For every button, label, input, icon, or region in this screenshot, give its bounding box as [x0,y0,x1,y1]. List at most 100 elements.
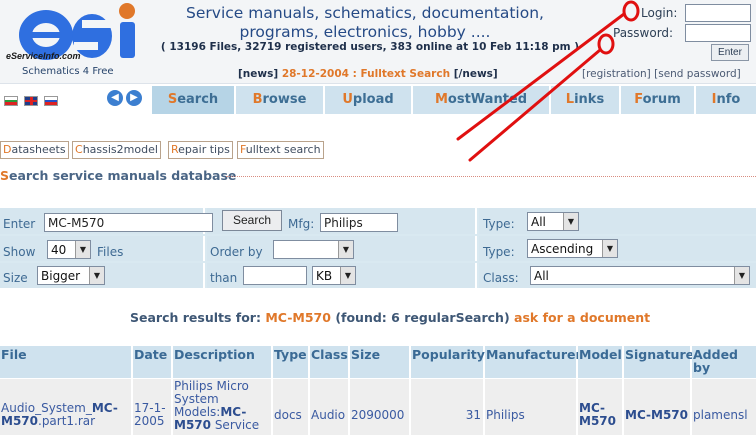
row1-size: 2090000 [350,379,409,435]
tab-browse-first: B [252,92,263,107]
bulgarian-flag-icon[interactable] [4,96,18,106]
sort-type-label: Type: [483,245,515,259]
chevron-down-icon: ▼ [563,213,578,230]
row1-desc-c: Service [211,418,260,432]
size-select-value: Bigger [41,269,81,283]
chevron-down-icon: ▼ [89,267,104,284]
tab-forum-first: F [634,92,643,107]
tab-links-rest: inks [574,92,605,107]
enter-button[interactable]: Enter [711,44,749,61]
section-divider [226,176,756,177]
row1-added-by[interactable]: plamensl [692,379,756,435]
row1-model[interactable]: MC-M570 [578,379,622,435]
size-unit-select[interactable]: KB ▼ [312,266,356,285]
tab-info[interactable]: Info [696,86,756,114]
back-arrow-icon[interactable]: ◀ [107,90,123,106]
results-summary: Search results for: MC-M570 (found: 6 re… [130,310,650,325]
column-manufacturer[interactable]: Manufacturer [485,346,582,378]
tab-upload-rest: pload [352,92,394,107]
section-title-first: S [0,168,10,183]
column-date[interactable]: Date [133,346,171,378]
enter-label: Enter [3,217,36,231]
column-file[interactable]: File [0,346,131,378]
subtab-fulltext-rest: ulltext search [245,143,321,156]
tab-links[interactable]: Links [551,86,619,114]
english-flag-icon[interactable] [24,96,38,106]
chevron-down-icon: ▼ [734,267,749,284]
tab-search-rest: earch [177,92,219,107]
class-select[interactable]: All ▼ [530,266,750,285]
ask-for-document-link[interactable]: ask for a document [514,310,650,325]
size-label: Size [3,271,28,285]
column-popularity[interactable]: Popularity [411,346,485,378]
send-password-link[interactable]: [send password] [654,68,741,80]
column-class[interactable]: Class [310,346,348,378]
registration-link[interactable]: [registration] [582,68,651,80]
subtab-repair-tips-rest: epair tips [178,143,230,156]
chevron-down-icon: ▼ [602,240,617,257]
size-value-input[interactable] [243,266,307,285]
subtab-datasheets-rest: atasheets [11,143,66,156]
subtab-chassis2model[interactable]: Chassis2model [72,141,161,159]
news-bar: [news] 28-12-2004 : Fulltext Search [/ne… [238,68,498,80]
size-select[interactable]: Bigger ▼ [37,266,105,285]
search-button[interactable]: Search [222,210,282,231]
chevron-down-icon: ▼ [340,267,355,284]
header: eServiceInfo.com Schematics 4 Free Servi… [0,0,756,84]
tab-mostwanted[interactable]: MostWanted [413,86,549,114]
tab-browse[interactable]: Browse [236,86,323,114]
password-label: Password: [613,26,674,40]
tab-upload[interactable]: Upload [325,86,411,114]
type-select[interactable]: All ▼ [527,212,579,231]
tab-upload-first: U [342,92,353,107]
site-title: Service manuals, schematics, documentati… [165,4,565,42]
esi-logo[interactable]: eServiceInfo.com [4,2,144,64]
password-input[interactable] [685,24,751,42]
tab-search-first: S [167,92,178,107]
row1-manufacturer: Philips [485,379,576,435]
column-model[interactable]: Model [578,346,622,378]
column-type[interactable]: Type [273,346,308,378]
mfg-input[interactable]: Philips [320,213,398,232]
files-label: Files [97,245,124,259]
column-description[interactable]: Description [173,346,271,378]
order-by-select[interactable]: ▼ [273,240,354,259]
tab-search[interactable]: Search [152,86,234,114]
news-sep: : [348,68,361,80]
site-title-line2: programs, electronics, hobby .... [239,23,491,41]
news-open: [news] [238,68,279,80]
forward-arrow-icon[interactable]: ▶ [126,90,142,106]
column-size[interactable]: Size [350,346,409,378]
row1-file-a: Audio_System_ [1,401,92,415]
results-query: MC-M570 [265,310,331,325]
row1-type: docs [273,379,308,435]
subtab-repair-tips[interactable]: Repair tips [168,141,233,159]
column-added-by[interactable]: Added by [692,346,756,378]
auth-links: [registration] [send password] [582,68,741,80]
row1-file[interactable]: Audio_System_MC-M570.part1.rar [0,379,131,435]
tab-forum-rest: orum [642,92,681,107]
site-title-line1: Service manuals, schematics, documentati… [186,4,544,22]
than-label: than [210,271,238,285]
subtab-chassis2model-rest: hassis2model [82,143,158,156]
class-select-value: All [534,269,549,283]
russian-flag-icon[interactable] [44,96,58,106]
show-select[interactable]: 40 ▼ [47,240,91,259]
section-title: Search service manuals database [0,168,236,183]
search-input[interactable]: MC-M570 [44,213,213,232]
subtab-datasheets[interactable]: Datasheets [0,141,69,159]
tab-info-rest: nfo [716,92,741,107]
tab-browse-rest: rowse [262,92,307,107]
tab-mostwanted-rest: ostWanted [447,92,528,107]
tab-forum[interactable]: Forum [621,86,694,114]
news-link[interactable]: Fulltext Search [361,68,451,80]
sort-direction-select[interactable]: Ascending ▼ [527,239,618,258]
login-input[interactable] [685,4,751,22]
row1-description: Philips Micro System Models:MC-M570 Serv… [173,379,271,435]
row1-class: Audio [310,379,348,435]
column-signature[interactable]: Signature [624,346,694,378]
site-stats: ( 13196 Files, 32719 registered users, 3… [160,41,580,53]
show-select-value: 40 [51,243,67,257]
subtab-fulltext-search[interactable]: Fulltext search [237,141,324,159]
tagline: Schematics 4 Free [22,66,114,77]
